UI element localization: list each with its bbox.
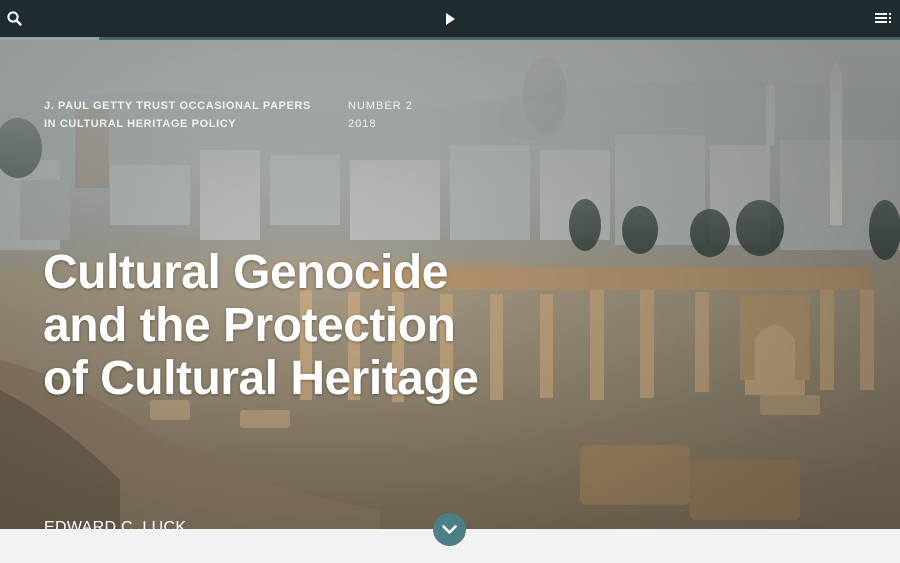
play-icon <box>446 13 455 25</box>
menu-icon <box>875 13 891 23</box>
book-title: Cultural Genocide and the Protection of … <box>43 246 563 405</box>
chevron-down-icon <box>442 525 457 534</box>
search-button[interactable] <box>4 8 26 30</box>
scroll-down-button[interactable] <box>433 513 466 546</box>
issue-year: 2018 <box>348 118 377 130</box>
issue-number: NUMBER 2 <box>348 100 413 112</box>
top-toolbar <box>0 0 900 37</box>
author-name: EDWARD C. LUCK <box>44 519 187 529</box>
title-line-2: and the Protection <box>43 299 456 352</box>
play-button[interactable] <box>439 8 461 30</box>
menu-button[interactable] <box>872 8 894 30</box>
issue-info: NUMBER 2 2018 <box>348 97 413 133</box>
cover-image: J. PAUL GETTY TRUST OCCASIONAL PAPERS IN… <box>0 40 900 529</box>
title-line-3: of Cultural Heritage <box>43 352 479 405</box>
search-icon <box>7 11 22 26</box>
title-line-1: Cultural Genocide <box>43 246 448 299</box>
series-line-2: IN CULTURAL HERITAGE POLICY <box>44 118 237 130</box>
series-title: J. PAUL GETTY TRUST OCCASIONAL PAPERS IN… <box>44 97 311 133</box>
series-line-1: J. PAUL GETTY TRUST OCCASIONAL PAPERS <box>44 100 311 112</box>
